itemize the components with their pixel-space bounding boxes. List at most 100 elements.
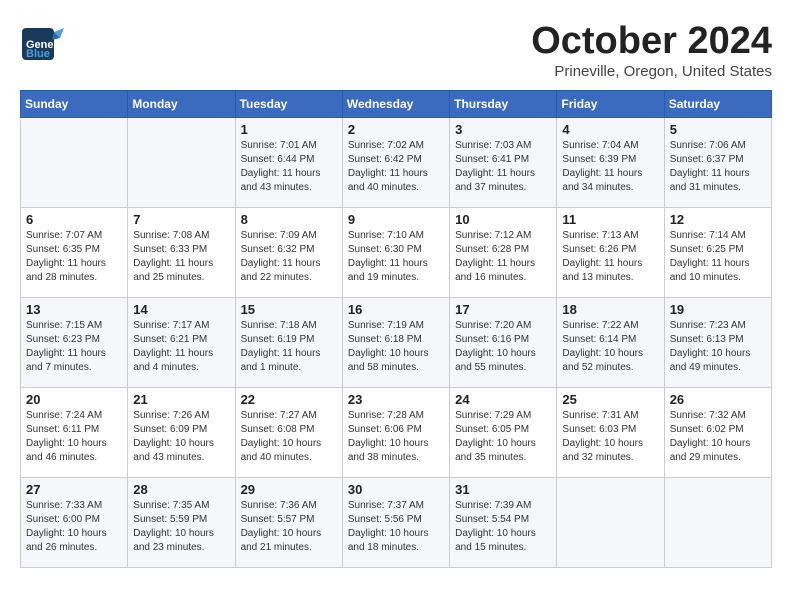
calendar-cell: 29 Sunrise: 7:36 AM Sunset: 5:57 PM Dayli…: [235, 478, 342, 568]
day-number: 19: [670, 302, 766, 317]
day-number: 25: [562, 392, 658, 407]
cell-info: Sunrise: 7:26 AM Sunset: 6:09 PM Dayligh…: [133, 409, 229, 465]
cell-info: Sunrise: 7:12 AM Sunset: 6:28 PM Dayligh…: [455, 229, 551, 285]
calendar-cell: 6Sunrise: 7:07 AM Sunset: 6:35 PM Daylig…: [21, 208, 128, 298]
calendar-cell: 18Sunrise: 7:22 AM Sunset: 6:14 PM Dayli…: [557, 298, 664, 388]
calendar-week-5: 27 Sunrise: 7:33 AM Sunset: 6:00 PM Dayli…: [21, 478, 772, 568]
calendar-cell: 30 Sunrise: 7:37 AM Sunset: 5:56 PM Dayli…: [342, 478, 449, 568]
day-number: 20: [26, 392, 122, 407]
day-number: 28: [133, 482, 229, 497]
cell-info: Sunrise: 7:01 AM Sunset: 6:44 PM Dayligh…: [241, 139, 337, 195]
cell-info: Sunrise: 7:17 AM Sunset: 6:21 PM Dayligh…: [133, 319, 229, 375]
day-number: 11: [562, 212, 658, 227]
calendar-cell: 19 Sunrise: 7:23 AM Sunset: 6:13 PM Dayli…: [664, 298, 771, 388]
cell-info: Sunrise: 7:35 AM Sunset: 5:59 PM Dayligh…: [133, 499, 229, 555]
calendar-cell: 25Sunrise: 7:31 AM Sunset: 6:03 PM Dayli…: [557, 388, 664, 478]
day-header-friday: Friday: [557, 91, 664, 118]
day-number: 5: [670, 122, 766, 137]
day-number: 16: [348, 302, 444, 317]
calendar-cell: 7 Sunrise: 7:08 AM Sunset: 6:33 PM Daylig…: [128, 208, 235, 298]
calendar-cell: 23Sunrise: 7:28 AM Sunset: 6:06 PM Dayli…: [342, 388, 449, 478]
month-title: October 2024: [531, 20, 772, 63]
cell-info: Sunrise: 7:36 AM Sunset: 5:57 PM Dayligh…: [241, 499, 337, 555]
calendar-table: SundayMondayTuesdayWednesdayThursdayFrid…: [20, 90, 772, 568]
logo-icon: General Blue: [20, 20, 68, 68]
calendar-cell: 20 Sunrise: 7:24 AM Sunset: 6:11 PM Dayli…: [21, 388, 128, 478]
day-number: 2: [348, 122, 444, 137]
cell-info: Sunrise: 7:22 AM Sunset: 6:14 PM Dayligh…: [562, 319, 658, 375]
calendar-cell: 26Sunrise: 7:32 AM Sunset: 6:02 PM Dayli…: [664, 388, 771, 478]
calendar-cell: 9 Sunrise: 7:10 AM Sunset: 6:30 PM Daylig…: [342, 208, 449, 298]
day-number: 7: [133, 212, 229, 227]
calendar-cell: 21 Sunrise: 7:26 AM Sunset: 6:09 PM Dayli…: [128, 388, 235, 478]
cell-info: Sunrise: 7:29 AM Sunset: 6:05 PM Dayligh…: [455, 409, 551, 465]
calendar-cell: 12 Sunrise: 7:14 AM Sunset: 6:25 PM Dayli…: [664, 208, 771, 298]
calendar-cell: 17Sunrise: 7:20 AM Sunset: 6:16 PM Dayli…: [450, 298, 557, 388]
day-header-sunday: Sunday: [21, 91, 128, 118]
cell-info: Sunrise: 7:04 AM Sunset: 6:39 PM Dayligh…: [562, 139, 658, 195]
cell-info: Sunrise: 7:02 AM Sunset: 6:42 PM Dayligh…: [348, 139, 444, 195]
calendar-cell: 10 Sunrise: 7:12 AM Sunset: 6:28 PM Dayli…: [450, 208, 557, 298]
calendar-body: 1 Sunrise: 7:01 AM Sunset: 6:44 PM Daylig…: [21, 118, 772, 568]
day-number: 22: [241, 392, 337, 407]
calendar-cell: 3 Sunrise: 7:03 AM Sunset: 6:41 PM Daylig…: [450, 118, 557, 208]
day-header-wednesday: Wednesday: [342, 91, 449, 118]
day-number: 14: [133, 302, 229, 317]
calendar-week-1: 1 Sunrise: 7:01 AM Sunset: 6:44 PM Daylig…: [21, 118, 772, 208]
cell-info: Sunrise: 7:32 AM Sunset: 6:02 PM Dayligh…: [670, 409, 766, 465]
cell-info: Sunrise: 7:09 AM Sunset: 6:32 PM Dayligh…: [241, 229, 337, 285]
calendar-week-3: 13 Sunrise: 7:15 AM Sunset: 6:23 PM Dayli…: [21, 298, 772, 388]
day-number: 10: [455, 212, 551, 227]
title-section: October 2024 Prineville, Oregon, United …: [531, 20, 772, 80]
svg-text:Blue: Blue: [26, 48, 50, 60]
cell-info: Sunrise: 7:15 AM Sunset: 6:23 PM Dayligh…: [26, 319, 122, 375]
day-number: 24: [455, 392, 551, 407]
day-number: 15: [241, 302, 337, 317]
day-header-thursday: Thursday: [450, 91, 557, 118]
day-number: 21: [133, 392, 229, 407]
calendar-cell: [128, 118, 235, 208]
cell-info: Sunrise: 7:20 AM Sunset: 6:16 PM Dayligh…: [455, 319, 551, 375]
calendar-cell: 14 Sunrise: 7:17 AM Sunset: 6:21 PM Dayli…: [128, 298, 235, 388]
calendar-cell: 16 Sunrise: 7:19 AM Sunset: 6:18 PM Dayli…: [342, 298, 449, 388]
calendar-cell: 13 Sunrise: 7:15 AM Sunset: 6:23 PM Dayli…: [21, 298, 128, 388]
cell-info: Sunrise: 7:19 AM Sunset: 6:18 PM Dayligh…: [348, 319, 444, 375]
calendar-cell: 5 Sunrise: 7:06 AM Sunset: 6:37 PM Daylig…: [664, 118, 771, 208]
cell-info: Sunrise: 7:03 AM Sunset: 6:41 PM Dayligh…: [455, 139, 551, 195]
day-number: 9: [348, 212, 444, 227]
day-header-saturday: Saturday: [664, 91, 771, 118]
cell-info: Sunrise: 7:13 AM Sunset: 6:26 PM Dayligh…: [562, 229, 658, 285]
day-number: 8: [241, 212, 337, 227]
calendar-header-row: SundayMondayTuesdayWednesdayThursdayFrid…: [21, 91, 772, 118]
calendar-cell: 4 Sunrise: 7:04 AM Sunset: 6:39 PM Daylig…: [557, 118, 664, 208]
day-number: 30: [348, 482, 444, 497]
calendar-cell: 22 Sunrise: 7:27 AM Sunset: 6:08 PM Dayli…: [235, 388, 342, 478]
day-number: 27: [26, 482, 122, 497]
day-number: 1: [241, 122, 337, 137]
cell-info: Sunrise: 7:27 AM Sunset: 6:08 PM Dayligh…: [241, 409, 337, 465]
cell-info: Sunrise: 7:08 AM Sunset: 6:33 PM Dayligh…: [133, 229, 229, 285]
calendar-cell: 2 Sunrise: 7:02 AM Sunset: 6:42 PM Daylig…: [342, 118, 449, 208]
page-header: General Blue October 2024 Prineville, Or…: [20, 20, 772, 80]
calendar-cell: [664, 478, 771, 568]
calendar-cell: 31Sunrise: 7:39 AM Sunset: 5:54 PM Dayli…: [450, 478, 557, 568]
cell-info: Sunrise: 7:23 AM Sunset: 6:13 PM Dayligh…: [670, 319, 766, 375]
cell-info: Sunrise: 7:39 AM Sunset: 5:54 PM Dayligh…: [455, 499, 551, 555]
cell-info: Sunrise: 7:06 AM Sunset: 6:37 PM Dayligh…: [670, 139, 766, 195]
day-number: 29: [241, 482, 337, 497]
day-number: 13: [26, 302, 122, 317]
calendar-cell: 28 Sunrise: 7:35 AM Sunset: 5:59 PM Dayli…: [128, 478, 235, 568]
cell-info: Sunrise: 7:10 AM Sunset: 6:30 PM Dayligh…: [348, 229, 444, 285]
day-number: 3: [455, 122, 551, 137]
day-number: 23: [348, 392, 444, 407]
day-number: 12: [670, 212, 766, 227]
cell-info: Sunrise: 7:18 AM Sunset: 6:19 PM Dayligh…: [241, 319, 337, 375]
cell-info: Sunrise: 7:14 AM Sunset: 6:25 PM Dayligh…: [670, 229, 766, 285]
day-number: 6: [26, 212, 122, 227]
cell-info: Sunrise: 7:24 AM Sunset: 6:11 PM Dayligh…: [26, 409, 122, 465]
calendar-cell: 27 Sunrise: 7:33 AM Sunset: 6:00 PM Dayli…: [21, 478, 128, 568]
cell-info: Sunrise: 7:33 AM Sunset: 6:00 PM Dayligh…: [26, 499, 122, 555]
cell-info: Sunrise: 7:37 AM Sunset: 5:56 PM Dayligh…: [348, 499, 444, 555]
day-number: 4: [562, 122, 658, 137]
calendar-week-2: 6Sunrise: 7:07 AM Sunset: 6:35 PM Daylig…: [21, 208, 772, 298]
